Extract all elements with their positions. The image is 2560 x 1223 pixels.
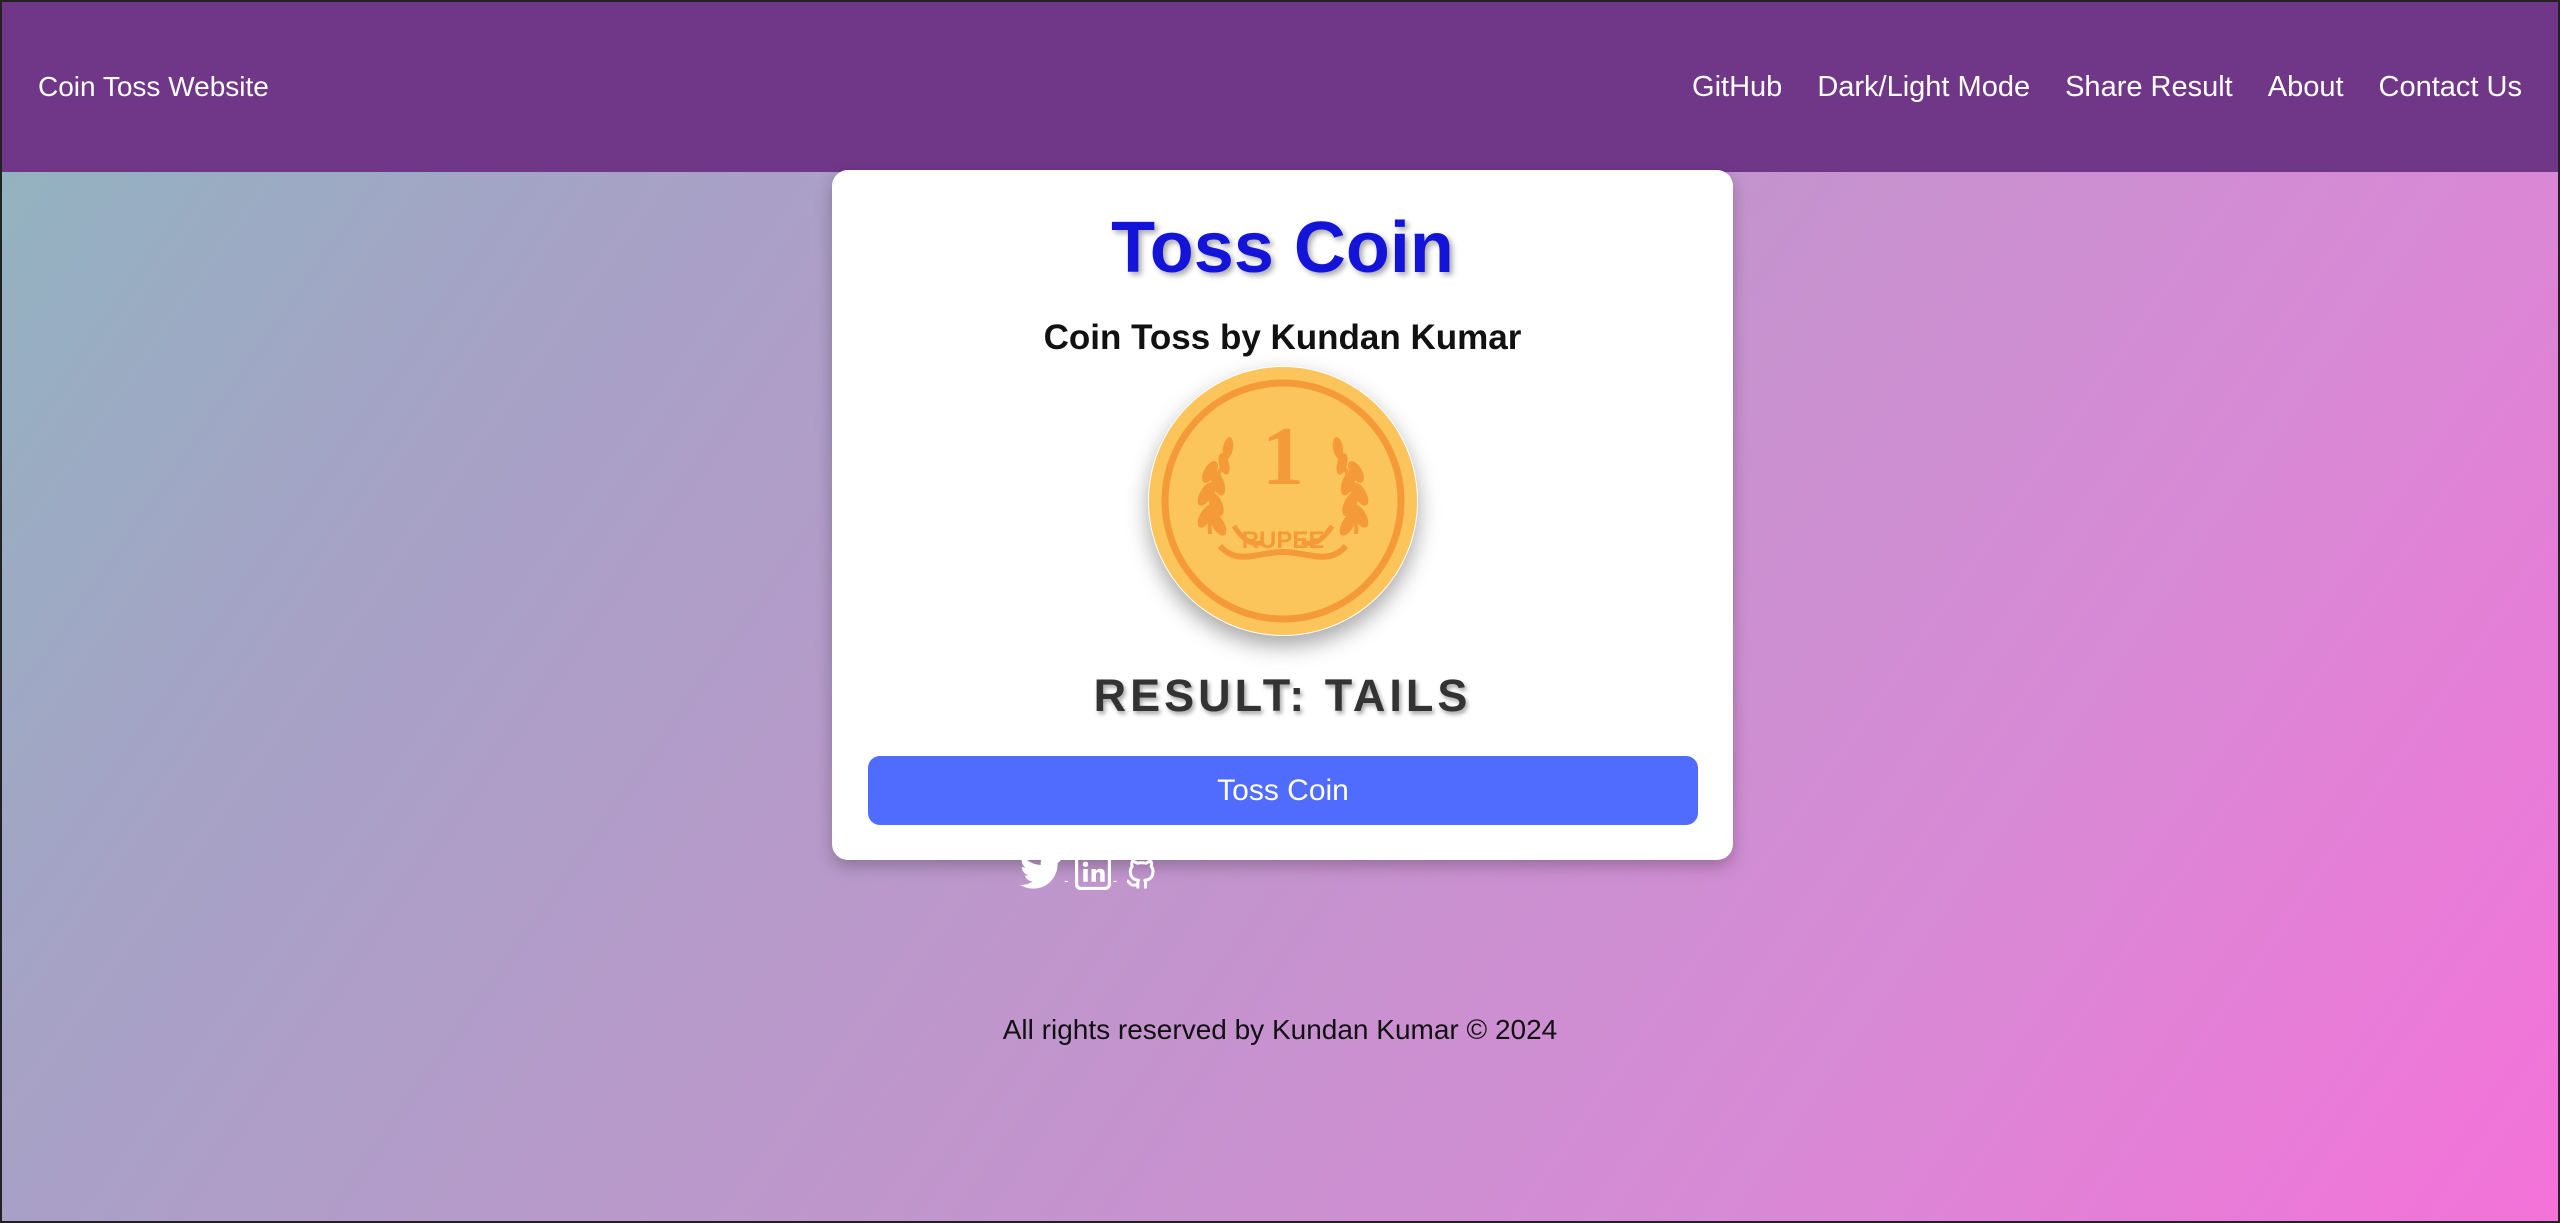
linkedin-icon — [1074, 854, 1111, 890]
nav-links: GitHub Dark/Light Mode Share Result Abou… — [1692, 71, 2522, 104]
github-link[interactable] — [1123, 854, 1159, 890]
toss-result: RESULT: TAILS — [1093, 670, 1472, 721]
nav-link-github[interactable]: GitHub — [1692, 71, 1782, 104]
twitter-icon — [1020, 854, 1062, 890]
nav-link-about[interactable]: About — [2268, 71, 2344, 104]
card-subtitle: Coin Toss by Kundan Kumar — [1043, 318, 1522, 357]
card-title: Toss Coin — [1111, 208, 1454, 288]
footer: All rights reserved by Kundan Kumar © 20… — [2, 1014, 2558, 1046]
social-separator: - — [1064, 872, 1069, 888]
social-links: - - — [1020, 848, 1159, 890]
nav-link-dark-light-mode[interactable]: Dark/Light Mode — [1817, 71, 2030, 104]
social-separator: - — [1112, 872, 1118, 888]
nav-link-contact-us[interactable]: Contact Us — [2379, 71, 2522, 104]
coin-toss-card: Toss Coin Coin Toss by Kundan Kumar 1 RU… — [832, 170, 1733, 860]
toss-coin-button[interactable]: Toss Coin — [868, 756, 1698, 825]
github-icon — [1123, 854, 1159, 890]
site-brand[interactable]: Coin Toss Website — [38, 71, 269, 103]
linkedin-link[interactable] — [1074, 854, 1111, 890]
twitter-link[interactable] — [1020, 854, 1062, 890]
footer-text: All rights reserved by Kundan Kumar © 20… — [1002, 1014, 1558, 1045]
navbar: Coin Toss Website GitHub Dark/Light Mode… — [2, 2, 2558, 172]
nav-link-share-result[interactable]: Share Result — [2065, 71, 2233, 104]
coin-label: RUPEE — [1242, 527, 1325, 554]
rupee-coin-icon[interactable]: 1 RUPEE — [1148, 366, 1418, 636]
coin-denomination: 1 — [1262, 410, 1304, 503]
